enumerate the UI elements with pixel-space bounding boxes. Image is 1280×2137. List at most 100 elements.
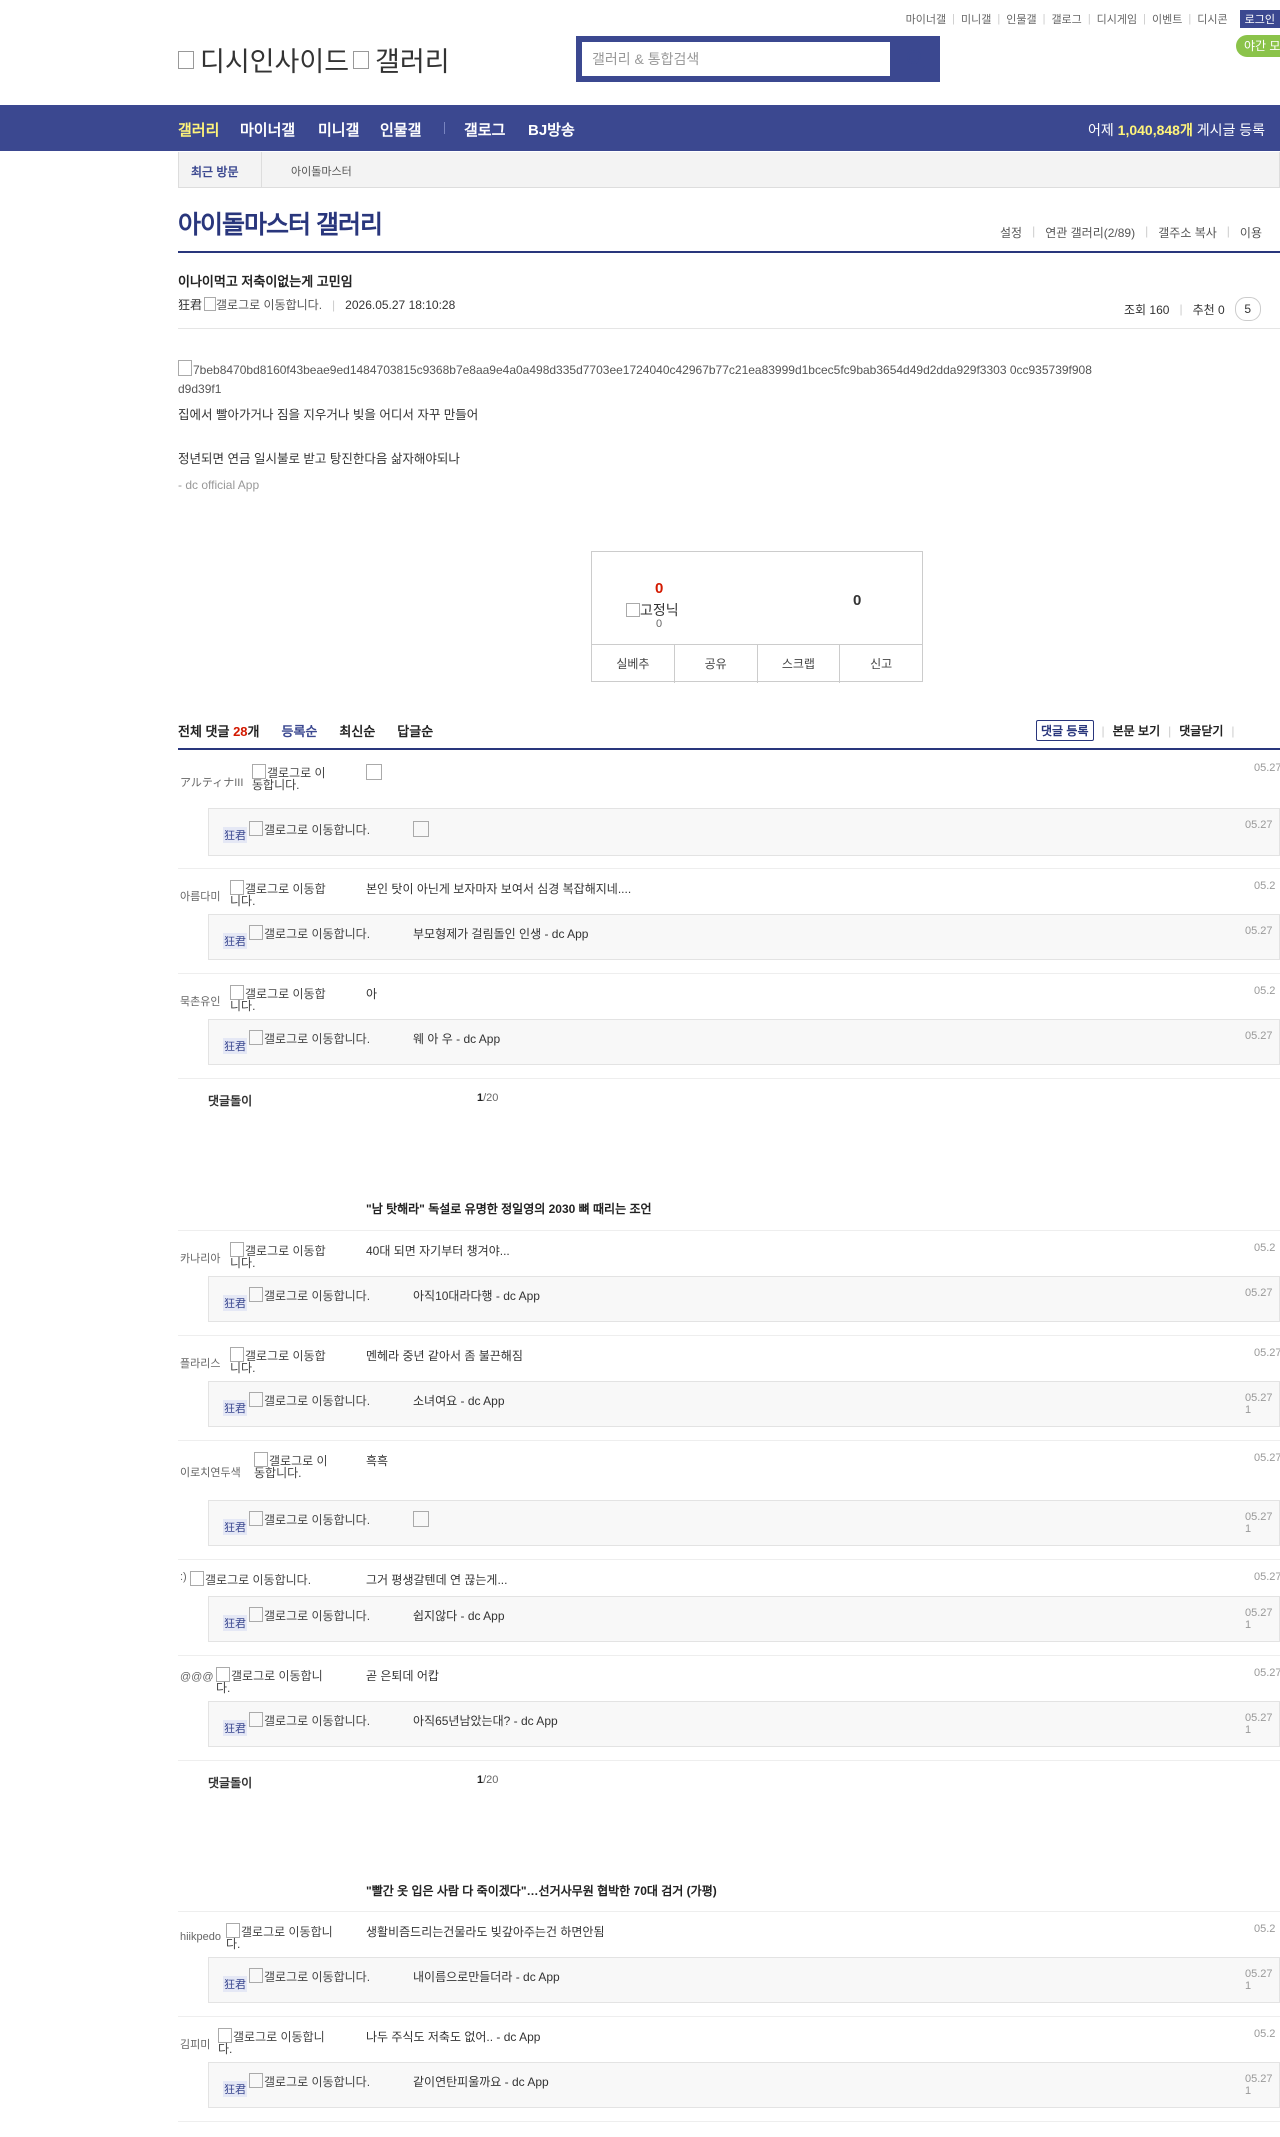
top-link-person[interactable]: 인물갤	[1006, 11, 1036, 27]
comment-nick[interactable]: 묵촌유인	[180, 993, 220, 1009]
comment-date: 05.27	[1254, 1452, 1280, 1464]
comment-nick[interactable]: 아름다미	[180, 888, 220, 904]
reply-author[interactable]: 狂君	[223, 1615, 247, 1631]
comment-pagination[interactable]: 1/20	[477, 1774, 498, 1786]
recommend-box: 0 고정닉 0 0 실베추 공유 스크랩 신고	[591, 551, 923, 683]
comment-tabs: 전체 댓글 28개 등록순 최신순 답글순	[178, 721, 433, 740]
nav-person[interactable]: 인물갤	[380, 119, 421, 140]
gallog-link[interactable]: 갤로그로 이동합니다.	[252, 764, 334, 791]
gallog-link[interactable]: 갤로그로 이동합니다.	[249, 1607, 379, 1622]
comment-nick[interactable]: @@@	[180, 1671, 214, 1683]
gallog-link[interactable]: 갤로그로 이동합니다.	[249, 1030, 379, 1045]
news-link[interactable]: "빨간 옷 입은 사람 다 죽이겠다"…선거사무원 협박한 70대 검거 (가평…	[366, 1882, 717, 1899]
reply-author[interactable]: 狂君	[223, 827, 247, 843]
reply-item: 狂君 갤로그로 이동합니다. 같이연탄피울까요 - dc App 05.27 1	[208, 2062, 1280, 2108]
copy-url-link[interactable]: 갤주소 복사	[1158, 224, 1217, 241]
comment-nick[interactable]: 김피미	[180, 2036, 210, 2052]
comment-text: 곧 은퇴데 어캅	[366, 1669, 439, 1683]
reply-author[interactable]: 狂君	[223, 1400, 247, 1416]
reply-item: 狂君 갤로그로 이동합니다. 웨 아 우 - dc App 05.27	[208, 1019, 1280, 1065]
comment-nick[interactable]: :)	[180, 1571, 187, 1583]
gallog-link[interactable]: 갤로그로 이동합니다.	[249, 821, 379, 836]
top-link-event[interactable]: 이벤트	[1152, 11, 1182, 27]
comment-nick[interactable]: hiikpedo	[180, 1931, 221, 1943]
gallog-link[interactable]: 갤로그로 이동합니다.	[216, 1667, 334, 1694]
comment-nick[interactable]: 이로치연두색	[180, 1464, 241, 1480]
related-gallery-link[interactable]: 연관 갤러리(2/89)	[1045, 224, 1135, 241]
scrap-button[interactable]: 스크랩	[758, 645, 841, 683]
fixed-nick: 고정닉	[626, 600, 679, 620]
best-recommend-button[interactable]: 실베추	[592, 645, 675, 683]
top-link-minor[interactable]: 마이너갤	[906, 11, 946, 27]
reply-author[interactable]: 狂君	[223, 2081, 247, 2097]
comment-nick[interactable]: 카나리아	[180, 1250, 220, 1266]
reply-author[interactable]: 狂君	[223, 1295, 247, 1311]
report-button[interactable]: 신고	[840, 645, 922, 683]
reply-item: 狂君 갤로그로 이동합니다. 아직65년남았는대? - dc App 05.27…	[208, 1701, 1280, 1747]
gallog-link[interactable]: 갤로그로 이동합니다.	[249, 1287, 379, 1302]
top-link-dccon[interactable]: 디시콘	[1197, 11, 1227, 27]
reply-item: 狂君 갤로그로 이동합니다. 쉽지않다 - dc App 05.27 1	[208, 1596, 1280, 1642]
reply-author[interactable]: 狂君	[223, 1976, 247, 1992]
gallery-title[interactable]: 아이돌마스터 갤러리	[178, 205, 383, 241]
sort-replies[interactable]: 답글순	[397, 721, 433, 740]
nav-bj[interactable]: BJ방송	[528, 119, 575, 140]
post-count: 어제 1,040,848개 게시글 등록	[1088, 122, 1266, 138]
reply-author[interactable]: 狂君	[223, 933, 247, 949]
search-icon[interactable]	[906, 49, 926, 69]
title-divider	[178, 251, 1280, 253]
reply-author[interactable]: 狂君	[223, 1038, 247, 1054]
comment-count-button[interactable]: 5	[1234, 297, 1261, 321]
comment-nick[interactable]: アルティナIII	[180, 774, 243, 790]
gallog-link[interactable]: 갤로그로 이동합니다.	[204, 296, 322, 313]
gallog-link[interactable]: 갤로그로 이동합니다.	[218, 2028, 334, 2055]
comment-bot-label: 댓글돌이	[208, 1094, 253, 1108]
site-logo[interactable]: 디시인사이드 갤러리	[178, 40, 450, 79]
gallog-link[interactable]: 갤로그로 이동합니다.	[249, 2073, 379, 2088]
comment-register-button[interactable]: 댓글 등록	[1036, 720, 1094, 741]
nav-minor[interactable]: 마이너갤	[240, 119, 295, 140]
view-body-button[interactable]: 본문 보기	[1113, 722, 1161, 739]
gallog-link[interactable]: 갤로그로 이동합니다.	[230, 985, 334, 1012]
gallog-link[interactable]: 갤로그로 이동합니다.	[190, 1571, 360, 1586]
sort-registered[interactable]: 등록순	[282, 721, 318, 740]
night-mode-toggle[interactable]: 야간 모	[1236, 35, 1280, 57]
post-author[interactable]: 狂君	[178, 296, 202, 313]
top-link-game[interactable]: 디시게임	[1097, 11, 1137, 27]
settings-link[interactable]: 설정	[1000, 224, 1022, 241]
share-button[interactable]: 공유	[675, 645, 758, 683]
gallog-link[interactable]: 갤로그로 이동합니다.	[230, 1347, 334, 1374]
comment-date: 05.2	[1254, 1242, 1276, 1254]
gallog-link[interactable]: 갤로그로 이동합니다.	[249, 1511, 379, 1526]
search-input[interactable]: 갤러리 & 통합검색	[582, 42, 890, 76]
close-comments-button[interactable]: 댓글닫기	[1179, 722, 1223, 739]
gallog-link[interactable]: 갤로그로 이동합니다.	[249, 925, 379, 940]
login-button[interactable]: 로그인	[1239, 10, 1280, 28]
sort-latest[interactable]: 최신순	[339, 721, 375, 740]
comment-pagination[interactable]: 1/20	[477, 1092, 498, 1104]
comment-date: 05.2	[1254, 880, 1276, 892]
recent-gallery-link[interactable]: 아이돌마스터	[291, 163, 352, 179]
gallog-link[interactable]: 갤로그로 이동합니다.	[249, 1712, 379, 1727]
news-link[interactable]: "남 탓해라" 독설로 유명한 정일영의 2030 뼈 때리는 조언	[366, 1200, 652, 1217]
nav-gallog[interactable]: 갤로그	[464, 119, 505, 140]
reply-item: 狂君 갤로그로 이동합니다. 부모형제가 걸림돌인 인생 - dc App 05…	[208, 914, 1280, 960]
top-link-gallog[interactable]: 갤로그	[1051, 11, 1081, 27]
gallog-link[interactable]: 갤로그로 이동합니다.	[254, 1452, 334, 1479]
reply-text: 부모형제가 걸림돌인 인생 - dc App	[413, 927, 589, 941]
reply-author[interactable]: 狂君	[223, 1519, 247, 1535]
reply-author[interactable]: 狂君	[223, 1720, 247, 1736]
top-link-mini[interactable]: 미니갤	[961, 11, 991, 27]
gallog-link[interactable]: 갤로그로 이동합니다.	[249, 1392, 379, 1407]
nav-gallery[interactable]: 갤러리	[178, 119, 219, 140]
gallog-link[interactable]: 갤로그로 이동합니다.	[249, 1968, 379, 1983]
reply-date: 05.27 1	[1245, 1392, 1273, 1416]
gallog-link[interactable]: 갤로그로 이동합니다.	[230, 880, 334, 907]
gallog-link[interactable]: 갤로그로 이동합니다.	[226, 1923, 334, 1950]
reply-date: 05.27	[1245, 925, 1273, 937]
gallog-link[interactable]: 갤로그로 이동합니다.	[230, 1242, 334, 1269]
comment-nick[interactable]: 플라리스	[180, 1355, 220, 1371]
usage-link[interactable]: 이용	[1240, 224, 1262, 241]
nav-mini[interactable]: 미니갤	[318, 119, 359, 140]
comment-total: 전체 댓글 28개	[178, 724, 260, 739]
